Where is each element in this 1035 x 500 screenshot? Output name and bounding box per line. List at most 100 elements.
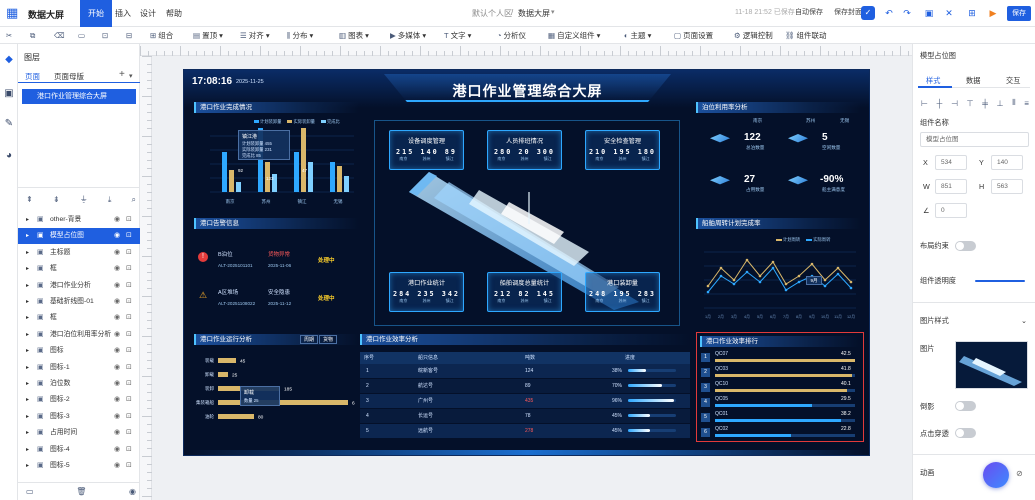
expand-icon[interactable]: ▸ — [26, 261, 29, 277]
data-point[interactable] — [836, 272, 840, 276]
eye-icon[interactable]: ◉ — [114, 228, 120, 244]
lock-icon[interactable]: ⊡ — [126, 261, 132, 277]
lock-icon[interactable]: ⊡ — [126, 360, 132, 376]
move-down-icon[interactable]: ⇟ — [53, 195, 60, 204]
data-point[interactable] — [849, 286, 853, 290]
data-point[interactable] — [745, 258, 749, 262]
expand-icon[interactable]: ▸ — [26, 294, 29, 310]
bar[interactable] — [294, 152, 299, 192]
tool-custom-component[interactable]: ▦ 自定义组件 ▾ — [548, 29, 600, 42]
panel-operation-analysis[interactable]: 港口作业运行分析 周期 货物 装载 45 卸载 25 装卸 185 集装箱船 6 油轮 80 卸载… — [194, 334, 359, 452]
layer-item[interactable]: ▸ ▣ 框 ◉ ⊡ — [18, 310, 140, 326]
tool-analyzer[interactable]: ◔ 分析仪 — [497, 29, 526, 42]
card-operation-stats[interactable]: 港口作业统计 284 235 342 南京 苏州 镇江 — [389, 272, 464, 312]
dashboard-canvas[interactable]: 港口作业管理综合大屏 17:08:16 2025-11-25 港口作业完成情况 … — [183, 69, 870, 456]
layer-item[interactable]: ▸ ▣ 基础折线图-01 ◉ ⊡ — [18, 294, 140, 310]
panel-alerts[interactable]: 港口告警信息 ! B泊位 ALT-2025101101 货物异常 2025-11… — [194, 218, 359, 326]
align-right-icon[interactable]: ⊣ — [951, 99, 958, 108]
lock-icon[interactable]: ⊡ — [126, 442, 132, 458]
layer-item[interactable]: ▸ ▣ 框 ◉ ⊡ — [18, 261, 140, 277]
lock-icon[interactable]: ⊡ — [126, 458, 132, 474]
trash-icon[interactable]: 🗑 — [76, 487, 86, 496]
bar[interactable] — [218, 400, 348, 405]
bar[interactable] — [301, 128, 306, 192]
visibility-icon[interactable]: ◉ — [129, 487, 136, 496]
tool-page-settings[interactable]: ▢ 页面设置 — [674, 29, 713, 42]
data-point[interactable] — [797, 274, 801, 278]
bar[interactable] — [218, 358, 236, 363]
layer-item[interactable]: ▸ ▣ 图标-5 ◉ ⊡ — [18, 458, 140, 474]
theme-icon[interactable]: ◕ — [3, 150, 15, 162]
eye-icon[interactable]: ◉ — [114, 294, 120, 310]
bar[interactable] — [222, 152, 227, 192]
panel-berth-utilization[interactable]: 泊位利用率分析 南京 苏州 无锡 122 总泊数量 5 空闲数量 27 占用数量… — [696, 102, 861, 214]
tool-logic-control[interactable]: ⚙ 逻辑控制 — [734, 29, 773, 42]
w-input[interactable]: 851 — [935, 179, 967, 194]
expand-icon[interactable]: ▸ — [26, 278, 29, 294]
tool-copy-icon[interactable]: ⧉ — [30, 29, 37, 42]
undo-icon[interactable]: ↶ — [882, 6, 896, 20]
tool-align[interactable]: ☰ 对齐 ▾ — [240, 29, 270, 42]
tab-pages[interactable]: 页面 — [25, 71, 40, 82]
eye-icon[interactable]: ◉ — [114, 327, 120, 343]
bar[interactable] — [218, 414, 254, 419]
tool-group[interactable]: ⊞ 组合 — [150, 29, 173, 42]
bar[interactable] — [236, 182, 241, 192]
data-point[interactable] — [784, 288, 788, 292]
tool-unlock-icon[interactable]: ⊟ — [126, 29, 134, 42]
data-point[interactable] — [810, 262, 814, 266]
tab-master-pages[interactable]: 页面母版 — [54, 71, 84, 82]
ranking-row[interactable]: 3 QC10 40.1 — [701, 381, 859, 395]
lock-icon[interactable]: ⊡ — [126, 278, 132, 294]
data-point[interactable] — [784, 282, 788, 286]
distribute-h-icon[interactable]: ⫴ — [1012, 98, 1015, 108]
card-ship-dispatch[interactable]: 船舶调度总量统计 212 82 145 南京 苏州 镇江 — [487, 272, 562, 312]
layer-item[interactable]: ▸ ▣ 模型占位图 ◉ ⊡ — [18, 228, 140, 245]
data-point[interactable] — [732, 278, 736, 282]
align-center-icon[interactable]: ┼ — [937, 99, 943, 108]
table-row[interactable]: 4 长运号 78 45% — [360, 409, 690, 423]
menu-help[interactable]: 帮助 — [158, 0, 190, 27]
tool-text[interactable]: T 文字 ▾ — [444, 29, 471, 42]
component-name-input[interactable]: 模型占位图 — [920, 132, 1029, 147]
breadcrumb-space[interactable]: 默认个人区 — [472, 8, 512, 19]
data-point[interactable] — [771, 260, 775, 264]
chevron-down-icon[interactable]: ▾ — [551, 8, 555, 16]
data-point[interactable] — [758, 280, 762, 284]
tool-format-icon[interactable]: ▭ — [78, 29, 87, 42]
lock-icon[interactable]: ⊡ — [126, 228, 132, 244]
layer-item[interactable]: ▸ ▣ other-背景 ◉ ⊡ — [18, 212, 140, 228]
expand-icon[interactable]: ▸ — [26, 458, 29, 474]
bar[interactable] — [344, 176, 349, 192]
play-icon[interactable]: ▶ — [986, 6, 1000, 20]
table-row[interactable]: 1 皖新客号 124 38% — [360, 364, 690, 378]
data-point[interactable] — [706, 284, 710, 288]
layers-icon[interactable]: ◆ — [3, 54, 15, 66]
expand-icon[interactable]: ▸ — [26, 245, 29, 261]
eye-icon[interactable]: ◉ — [114, 310, 120, 326]
expand-icon[interactable]: ▸ — [26, 360, 29, 376]
x-input[interactable]: 534 — [935, 155, 967, 170]
share-icon[interactable]: ✕ — [942, 6, 956, 20]
layer-item[interactable]: ▸ ▣ 港口泊位利用率分析 ◉ ⊡ — [18, 327, 140, 343]
eye-icon[interactable]: ◉ — [114, 261, 120, 277]
eye-icon[interactable]: ◉ — [114, 343, 120, 359]
image-thumbnail[interactable] — [955, 341, 1028, 389]
search-icon[interactable]: ⌕ — [132, 195, 136, 205]
y-input[interactable]: 140 — [991, 155, 1023, 170]
eye-icon[interactable]: ◉ — [114, 278, 120, 294]
collapse-icon[interactable]: ▾ — [129, 72, 133, 80]
layout-constraint-toggle[interactable] — [955, 241, 976, 251]
lock-icon[interactable]: ⊡ — [126, 409, 132, 425]
lock-icon[interactable]: ⊡ — [126, 392, 132, 408]
expand-icon[interactable]: ▸ — [26, 228, 29, 244]
align-left-icon[interactable]: ⊢ — [921, 99, 928, 108]
table-row[interactable]: 5 远航号 278 45% — [360, 424, 690, 438]
data-point[interactable] — [732, 282, 736, 286]
data-point[interactable] — [823, 278, 827, 282]
redo-icon[interactable]: ↷ — [900, 6, 914, 20]
opacity-slider[interactable] — [975, 280, 1025, 282]
panel-efficiency-ranking[interactable]: 港口作业效率排行 1 QC07 42.5 2 QC03 41.8 3 QC10 40.1 4 QC0… — [696, 332, 864, 442]
page-item-active[interactable]: 港口作业管理综合大屏 — [22, 89, 136, 104]
bar[interactable] — [330, 162, 335, 192]
